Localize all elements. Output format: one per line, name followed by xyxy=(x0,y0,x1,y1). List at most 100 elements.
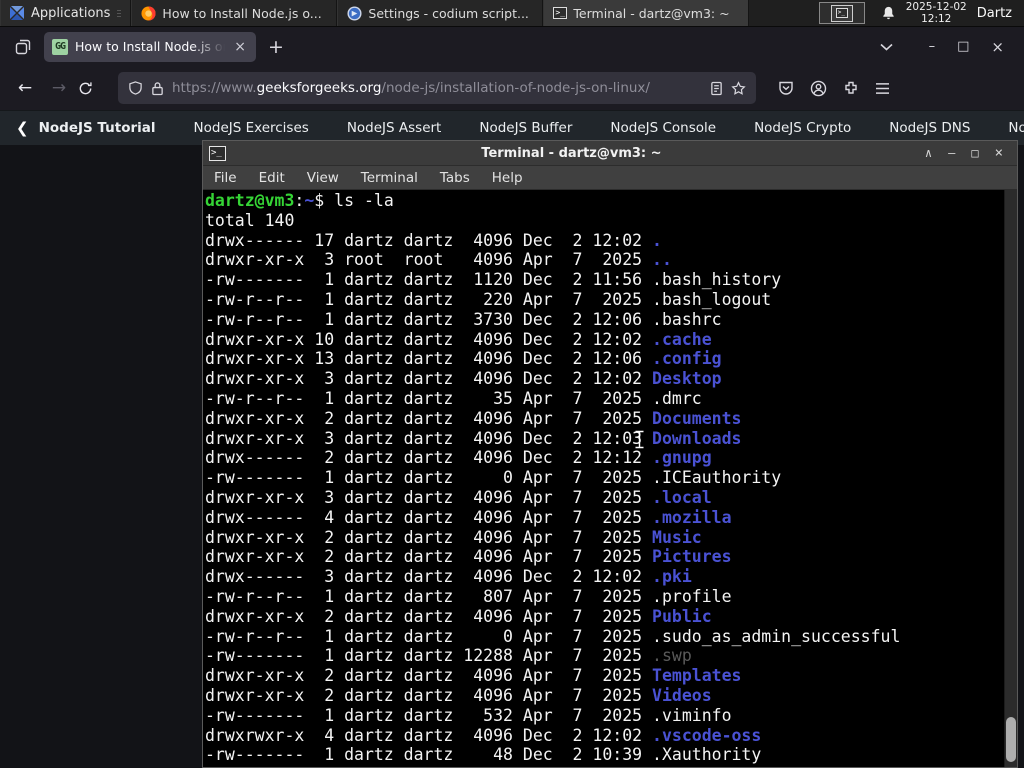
applications-menu-button[interactable]: Applications xyxy=(0,0,132,26)
close-window-button[interactable]: × xyxy=(987,145,1011,161)
terminal-output-line: drwxr-xr-x 2 dartz dartz 4096 Apr 7 2025… xyxy=(205,547,732,567)
minimize-window-button[interactable]: – xyxy=(940,146,963,160)
nav-link[interactable]: NodeJS Tutorial xyxy=(35,120,175,136)
file-name: .dmrc xyxy=(652,388,702,408)
terminal-prompt-line: dartz@vm3:~$ ls -la xyxy=(205,191,394,210)
file-name: Videos xyxy=(652,685,712,705)
file-name: .Xauthority xyxy=(652,745,762,765)
menu-edit[interactable]: Edit xyxy=(248,170,296,186)
terminal-output-line: -rw------- 1 dartz dartz 0 Apr 7 2025 .I… xyxy=(205,468,782,488)
menu-hamburger-icon[interactable] xyxy=(875,82,890,95)
pocket-save-icon[interactable] xyxy=(778,80,794,96)
list-tabs-chevron-icon[interactable] xyxy=(880,43,893,51)
terminal-output-line: drwxr-xr-x 2 dartz dartz 4096 Apr 7 2025… xyxy=(205,408,742,428)
nav-link[interactable]: NodeJS Crypto xyxy=(735,120,870,136)
vscodium-icon xyxy=(347,5,362,21)
terminal-output-line: -rw-r--r-- 1 dartz dartz 3730 Dec 2 12:0… xyxy=(205,309,722,329)
terminal-output-line: drwx------ 17 dartz dartz 4096 Dec 2 12:… xyxy=(205,230,662,250)
firefox-view-icon[interactable] xyxy=(8,33,38,61)
terminal-text: dartz@vm3:~$ ls -la total 140 drwx------ 1… xyxy=(205,191,900,767)
taskbar-item-label: Settings - codium script... xyxy=(368,5,529,21)
terminal-output-line: -rw------- 1 dartz dartz 48 Dec 2 10:39 … xyxy=(205,745,762,765)
clock-time: 12:12 xyxy=(921,13,952,25)
file-name: .gnupg xyxy=(652,448,712,468)
back-button[interactable]: ← xyxy=(10,78,40,98)
geeksforgeeks-favicon: GG xyxy=(52,38,68,55)
desktop: Applications How to Install Node.js o...… xyxy=(0,0,1024,768)
close-button[interactable]: × xyxy=(991,38,1004,56)
file-name: .bash_history xyxy=(652,270,782,290)
maximize-window-button[interactable]: □ xyxy=(963,146,986,160)
menu-tabs[interactable]: Tabs xyxy=(429,170,481,186)
menu-view[interactable]: View xyxy=(296,170,350,186)
nav-link[interactable]: NodeJS Console xyxy=(591,120,735,136)
scrollbar-thumb[interactable] xyxy=(1006,717,1016,762)
nav-link[interactable]: NodeJS DNS xyxy=(870,120,989,136)
taskbar-item-firefox[interactable]: How to Install Node.js o... xyxy=(131,0,338,26)
workspace-window-thumb: >_ xyxy=(830,4,853,22)
nav-link[interactable]: NodeJS Buffer xyxy=(460,120,591,136)
terminal-output-line: drwxr-xr-x 13 dartz dartz 4096 Dec 2 12:… xyxy=(205,349,722,369)
menu-help[interactable]: Help xyxy=(481,170,534,186)
taskbar-item-label: How to Install Node.js o... xyxy=(162,5,322,21)
file-name: .xscreensaver xyxy=(652,765,781,767)
nav-link[interactable]: NodeJS Assert xyxy=(328,120,461,136)
terminal-output-line: -rw-rw-r-- 1 dartz dartz 9529 Dec 2 10:4… xyxy=(205,765,900,767)
maximize-button[interactable]: □ xyxy=(957,39,969,54)
extensions-icon[interactable] xyxy=(843,80,859,96)
forward-button[interactable]: → xyxy=(44,78,74,98)
file-name: .local xyxy=(652,487,712,507)
browser-window-controls: – □ × xyxy=(880,38,1016,56)
menu-file[interactable]: File xyxy=(203,170,248,186)
notification-bell-icon[interactable] xyxy=(881,5,896,21)
nav-links: NodeJS Tutorial NodeJS Exercises NodeJS As… xyxy=(35,120,1024,136)
tracking-shield-icon[interactable] xyxy=(128,80,143,96)
terminal-output-line: drwxr-xr-x 10 dartz dartz 4096 Dec 2 12:… xyxy=(205,329,712,349)
terminal-output-line: -rw------- 1 dartz dartz 1120 Dec 2 11:5… xyxy=(205,270,782,290)
terminal-output-line: drwxr-xr-x 2 dartz dartz 4096 Apr 7 2025… xyxy=(205,606,712,626)
terminal-output-line: drwxrwxr-x 4 dartz dartz 4096 Dec 2 12:0… xyxy=(205,725,762,745)
terminal-output-line: -rw-r--r-- 1 dartz dartz 35 Apr 7 2025 .… xyxy=(205,388,702,408)
file-name: .bashrc xyxy=(652,309,722,329)
account-icon[interactable] xyxy=(810,80,827,97)
terminal-total-line: total 140 xyxy=(205,210,295,230)
taskbar-item-label: Terminal - dartz@vm3: ~ xyxy=(573,5,730,21)
url-bar[interactable]: https://www.geeksforgeeks.org/node-js/in… xyxy=(118,72,756,104)
reload-button[interactable] xyxy=(78,81,108,96)
terminal-window: >_ Terminal - dartz@vm3: ~ ∧ – □ × File … xyxy=(202,140,1018,768)
taskbar-item-terminal[interactable]: >_ Terminal - dartz@vm3: ~ xyxy=(543,0,750,26)
terminal-scrollbar[interactable] xyxy=(1004,190,1017,767)
firefox-icon xyxy=(141,5,156,21)
file-name: Public xyxy=(652,606,712,626)
file-name: Templates xyxy=(652,666,742,686)
taskbar-item-vscodium[interactable]: Settings - codium script... xyxy=(337,0,544,26)
browser-tab[interactable]: GG How to Install Node.js on × xyxy=(44,31,256,62)
url-text: https://www.geeksforgeeks.org/node-js/in… xyxy=(172,80,702,96)
tab-close-icon[interactable]: × xyxy=(232,39,248,55)
new-tab-button[interactable]: + xyxy=(262,36,290,58)
shade-window-button[interactable]: ∧ xyxy=(917,146,940,160)
terminal-output-line: drwxr-xr-x 3 dartz dartz 4096 Dec 2 12:0… xyxy=(205,369,722,389)
user-menu[interactable]: Dartz xyxy=(977,6,1014,21)
applications-label: Applications xyxy=(31,5,111,21)
menu-terminal[interactable]: Terminal xyxy=(350,170,429,186)
tab-bar: GG How to Install Node.js on × + – □ × xyxy=(0,27,1024,66)
lock-icon[interactable] xyxy=(151,81,164,96)
terminal-titlebar[interactable]: >_ Terminal - dartz@vm3: ~ ∧ – □ × xyxy=(203,141,1017,166)
system-tray: 2025-12-02 12:12 Dartz xyxy=(871,0,1024,26)
nav-scroll-left-icon[interactable]: ❮ xyxy=(10,119,35,137)
terminal-icon: >_ xyxy=(553,7,568,19)
minimize-button[interactable]: – xyxy=(929,39,936,54)
terminal-output-line: drwx------ 3 dartz dartz 4096 Dec 2 12:0… xyxy=(205,567,692,587)
workspace-pager[interactable]: >_ xyxy=(818,2,865,24)
nav-link[interactable]: NodeJS Exercises xyxy=(175,120,328,136)
terminal-output-area[interactable]: dartz@vm3:~$ ls -la total 140 drwx------ 1… xyxy=(203,190,1017,767)
bookmark-star-icon[interactable] xyxy=(731,80,746,96)
url-scheme: https://www. xyxy=(172,80,257,96)
nav-link[interactable]: Node xyxy=(989,120,1024,136)
file-name: .ICEauthority xyxy=(652,468,782,488)
panel-clock[interactable]: 2025-12-02 12:12 xyxy=(906,1,967,25)
terminal-icon: >_ xyxy=(209,145,226,161)
reader-mode-icon[interactable] xyxy=(710,81,723,96)
file-name: .config xyxy=(652,349,722,369)
